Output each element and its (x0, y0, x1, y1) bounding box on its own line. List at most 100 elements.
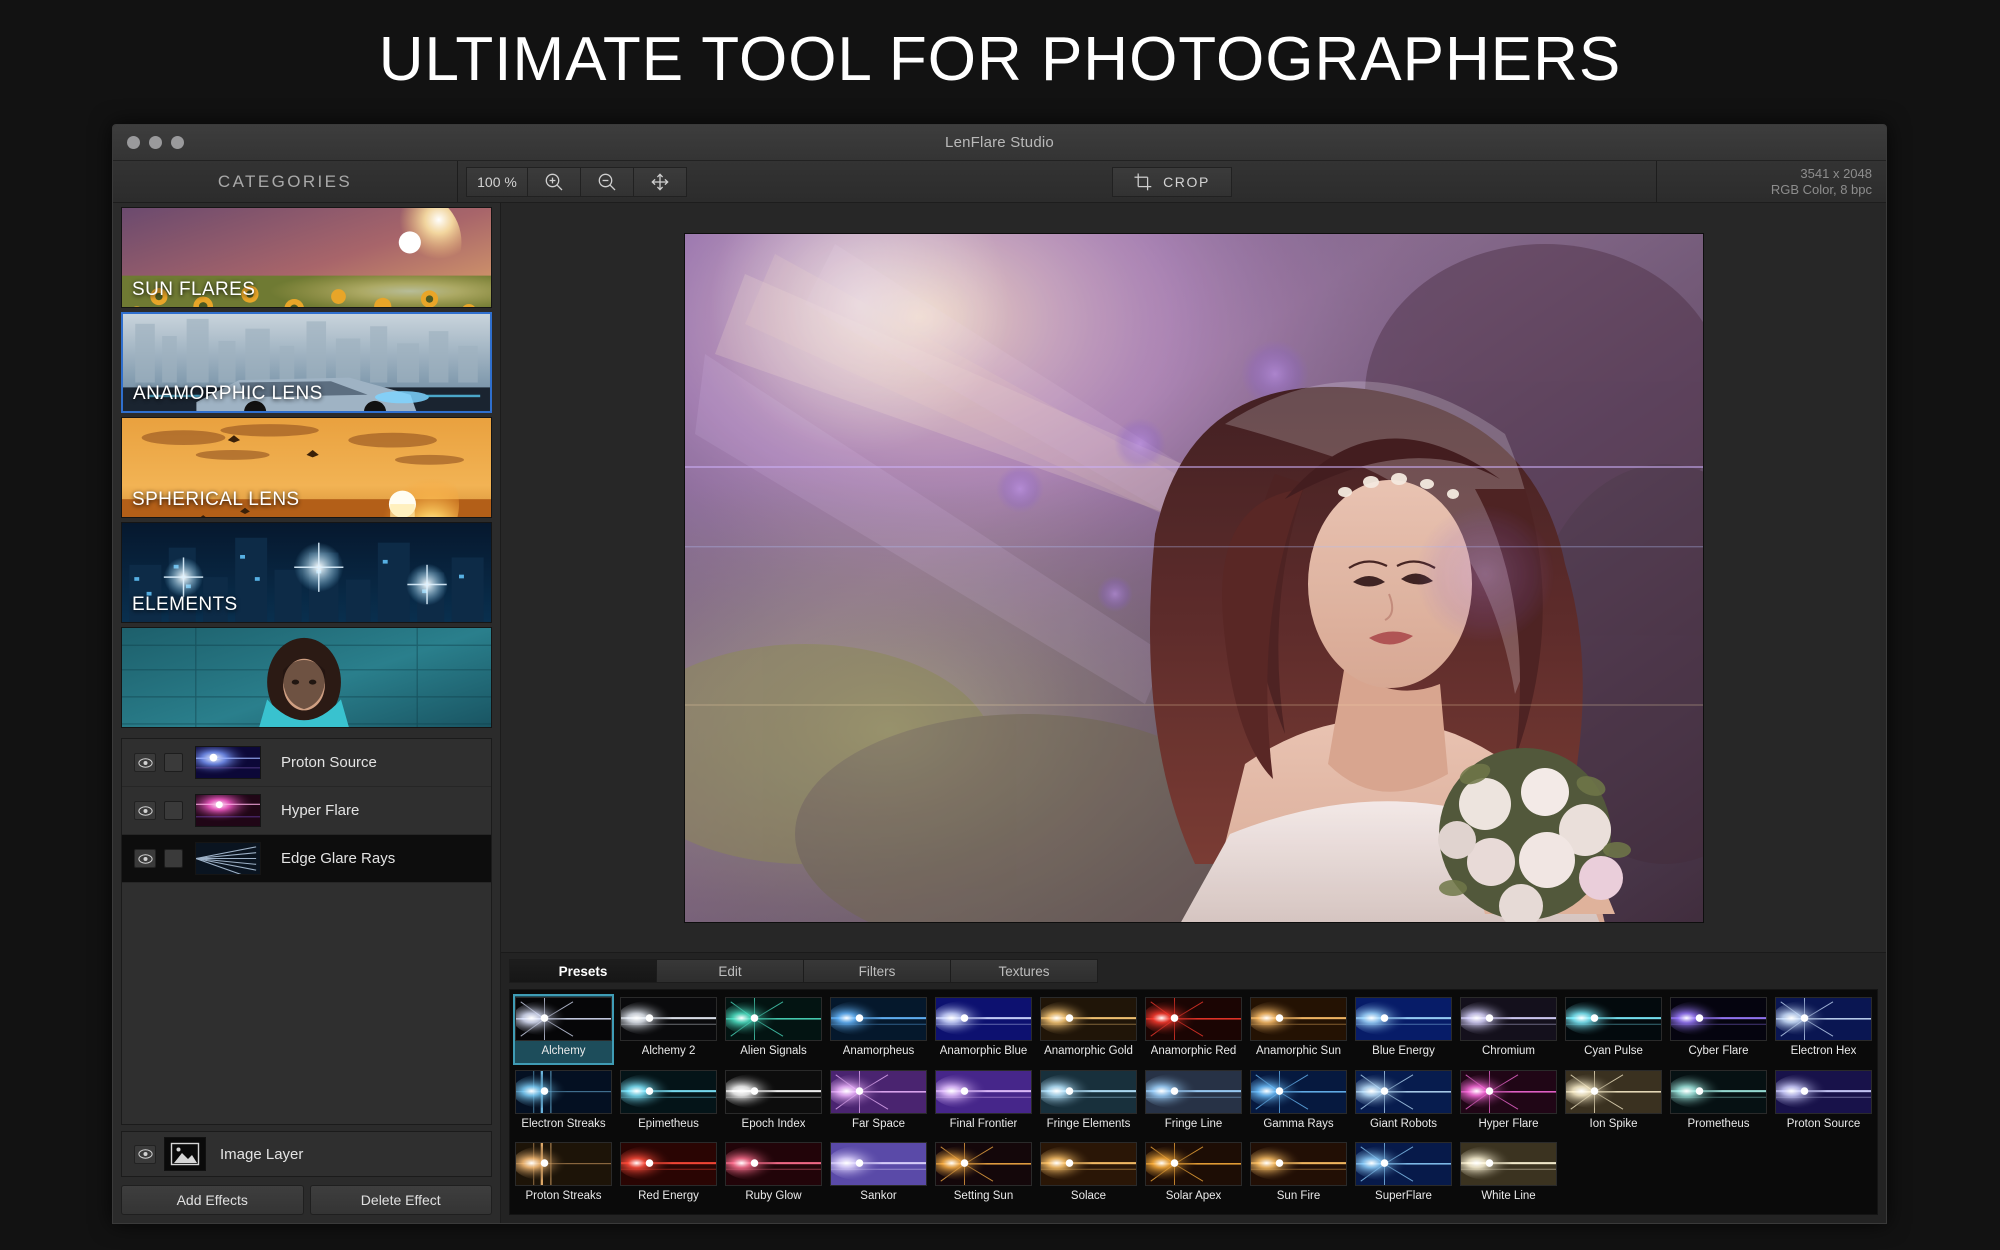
image-info: 3541 x 2048 RGB Color, 8 bpc (1656, 161, 1886, 202)
image-icon (170, 1142, 200, 1166)
image-layer-row[interactable]: Image Layer (121, 1131, 492, 1177)
preset-item[interactable]: Cyber Flare (1668, 994, 1769, 1065)
preset-item[interactable]: Electron Streaks (513, 1067, 614, 1138)
category-item-anamorphic-lens[interactable]: ANAMORPHIC LENS (121, 312, 492, 413)
preset-item[interactable]: Solar Apex (1143, 1139, 1244, 1210)
edited-photo[interactable] (684, 233, 1704, 923)
preset-item[interactable]: Anamorphic Sun (1248, 994, 1349, 1065)
layer-visibility-toggle[interactable] (134, 801, 156, 820)
preset-item[interactable]: Anamorpheus (828, 994, 929, 1065)
preset-item[interactable]: Sankor (828, 1139, 929, 1210)
preset-item[interactable]: Proton Source (1773, 1067, 1874, 1138)
crop-icon (1133, 172, 1153, 192)
delete-effect-button[interactable]: Delete Effect (310, 1185, 493, 1215)
preset-thumb-art (936, 1143, 1031, 1185)
preset-item[interactable]: Red Energy (618, 1139, 719, 1210)
preset-item[interactable]: Solace (1038, 1139, 1139, 1210)
preset-item[interactable]: Final Frontier (933, 1067, 1034, 1138)
category-item-sun-flares[interactable]: SUN FLARES (121, 207, 492, 308)
preset-thumbnail (1565, 1070, 1662, 1114)
eye-icon (138, 806, 153, 816)
layer-select-checkbox[interactable] (164, 801, 183, 820)
preset-thumb-art (516, 1143, 611, 1185)
preset-item[interactable]: Sun Fire (1248, 1139, 1349, 1210)
preset-thumbnail (1355, 1142, 1452, 1186)
category-item-spherical-lens[interactable]: SPHERICAL LENS (121, 417, 492, 518)
layer-select-checkbox[interactable] (164, 849, 183, 868)
preset-thumb-art (1356, 1143, 1451, 1185)
preset-item[interactable]: Anamorphic Gold (1038, 994, 1139, 1065)
preset-item[interactable]: Electron Hex (1773, 994, 1874, 1065)
category-item-portrait[interactable] (121, 627, 492, 728)
effects-layer-list: Proton Source (121, 738, 492, 1125)
preset-label: Proton Source (1787, 1116, 1861, 1132)
pan-tool-button[interactable] (633, 167, 687, 197)
layer-row[interactable]: Hyper Flare (122, 787, 491, 835)
preset-label: Blue Energy (1372, 1043, 1435, 1059)
preset-item[interactable]: Alchemy (513, 994, 614, 1065)
page-title: ULTIMATE TOOL FOR PHOTOGRAPHERS (0, 0, 2000, 118)
preset-item[interactable]: Alchemy 2 (618, 994, 719, 1065)
preset-label: Solace (1071, 1188, 1106, 1204)
preset-thumbnail (1250, 1070, 1347, 1114)
preset-item[interactable]: Prometheus (1668, 1067, 1769, 1138)
preset-label: Sankor (860, 1188, 896, 1204)
preset-item[interactable]: Anamorphic Red (1143, 994, 1244, 1065)
preset-item[interactable]: Blue Energy (1353, 994, 1454, 1065)
preset-item[interactable]: Fringe Line (1143, 1067, 1244, 1138)
preset-thumbnail (1040, 1142, 1137, 1186)
tab-presets[interactable]: Presets (509, 959, 657, 983)
preset-thumb-art (1251, 998, 1346, 1040)
preset-thumbnail (515, 1070, 612, 1114)
preset-item[interactable]: Cyan Pulse (1563, 994, 1664, 1065)
move-tool-icon (649, 171, 671, 193)
zoom-out-button[interactable] (580, 167, 634, 197)
preset-label: Chromium (1482, 1043, 1535, 1059)
canvas-area[interactable] (501, 203, 1886, 953)
category-item-elements[interactable]: ELEMENTS (121, 522, 492, 623)
categories-list: SUN FLARES (113, 203, 500, 728)
right-panel: Presets Edit Filters Textures (501, 203, 1886, 1223)
preset-item[interactable]: Far Space (828, 1067, 929, 1138)
crop-button[interactable]: CROP (1112, 167, 1232, 197)
preset-thumb-art (1251, 1071, 1346, 1113)
preset-item[interactable]: Epoch Index (723, 1067, 824, 1138)
preset-thumbnail (830, 997, 927, 1041)
tab-textures[interactable]: Textures (950, 959, 1098, 983)
layer-row[interactable]: Edge Glare Rays (122, 835, 491, 883)
layer-select-checkbox[interactable] (164, 753, 183, 772)
preset-thumbnail (725, 997, 822, 1041)
preset-item[interactable]: Giant Robots (1353, 1067, 1454, 1138)
preset-label: Hyper Flare (1478, 1116, 1538, 1132)
image-dimensions: 3541 x 2048 (1800, 166, 1872, 182)
preset-item[interactable]: Alien Signals (723, 994, 824, 1065)
preset-item[interactable]: Fringe Elements (1038, 1067, 1139, 1138)
zoom-in-button[interactable] (527, 167, 581, 197)
preset-item[interactable]: White Line (1458, 1139, 1559, 1210)
layer-visibility-toggle[interactable] (134, 849, 156, 868)
preset-thumb-art (726, 1071, 821, 1113)
layer-visibility-toggle[interactable] (134, 753, 156, 772)
preset-item[interactable]: Epimetheus (618, 1067, 719, 1138)
preset-item[interactable]: Anamorphic Blue (933, 994, 1034, 1065)
image-layer-visibility-toggle[interactable] (134, 1145, 156, 1164)
preset-item[interactable]: Setting Sun (933, 1139, 1034, 1210)
tab-filters[interactable]: Filters (803, 959, 951, 983)
preset-item[interactable]: Proton Streaks (513, 1139, 614, 1210)
preset-thumb-art (1671, 998, 1766, 1040)
preset-item[interactable]: Chromium (1458, 994, 1559, 1065)
tab-edit[interactable]: Edit (656, 959, 804, 983)
preset-thumbnail (515, 997, 612, 1041)
preset-thumbnail (1460, 1070, 1557, 1114)
add-effects-button[interactable]: Add Effects (121, 1185, 304, 1215)
preset-item[interactable]: Gamma Rays (1248, 1067, 1349, 1138)
layer-row[interactable]: Proton Source (122, 739, 491, 787)
preset-item[interactable]: Ion Spike (1563, 1067, 1664, 1138)
preset-thumbnail (1775, 1070, 1872, 1114)
preset-thumb-art (621, 998, 716, 1040)
preset-item[interactable]: Hyper Flare (1458, 1067, 1559, 1138)
zoom-level-display[interactable]: 100 % (466, 167, 528, 197)
preset-item[interactable]: SuperFlare (1353, 1139, 1454, 1210)
preset-thumb-art (1041, 1071, 1136, 1113)
preset-item[interactable]: Ruby Glow (723, 1139, 824, 1210)
